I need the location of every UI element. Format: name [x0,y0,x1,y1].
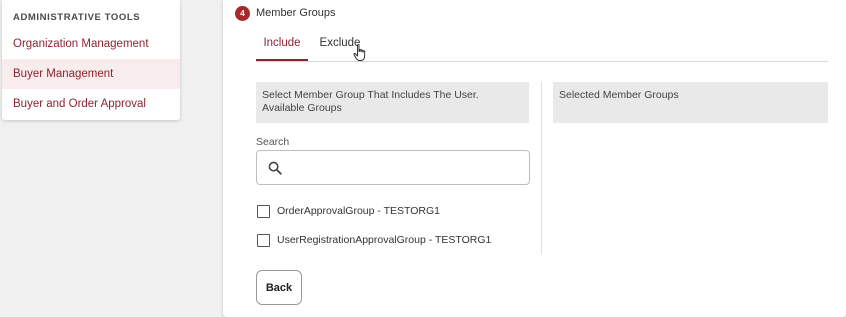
member-groups-tabs: Include Exclude [256,30,828,62]
admin-tools-sidebar: ADMINISTRATIVE TOOLS Organization Manage… [2,0,180,120]
step-number-badge: 4 [235,6,250,21]
sidebar-item-organization-management[interactable]: Organization Management [2,29,180,59]
tab-include[interactable]: Include [256,30,308,61]
search-label: Search [256,136,290,148]
selected-groups-header: Selected Member Groups [553,82,828,123]
section-title: Member Groups [256,7,336,19]
sidebar-title: ADMINISTRATIVE TOOLS [13,12,141,23]
member-groups-panel: 4 Member Groups Include Exclude Select M… [223,0,846,317]
back-button[interactable]: Back [256,270,302,305]
available-groups-header: Select Member Group That Includes The Us… [256,82,529,123]
group-label: UserRegistrationApprovalGroup - TESTORG1 [277,234,492,246]
hand-pointer-cursor-icon [353,44,366,61]
sidebar-item-buyer-and-order-approval[interactable]: Buyer and Order Approval [2,89,180,119]
sidebar-item-buyer-management[interactable]: Buyer Management [2,59,180,89]
column-divider [541,82,542,254]
search-field[interactable] [256,150,530,185]
search-icon [268,161,282,175]
search-input[interactable] [291,157,525,181]
available-groups-instruction: Select Member Group That Includes The Us… [262,89,479,101]
group-checkbox[interactable] [257,205,270,218]
group-checkbox[interactable] [257,234,270,247]
group-label: OrderApprovalGroup - TESTORG1 [277,205,441,217]
available-groups-title: Available Groups [262,102,342,114]
